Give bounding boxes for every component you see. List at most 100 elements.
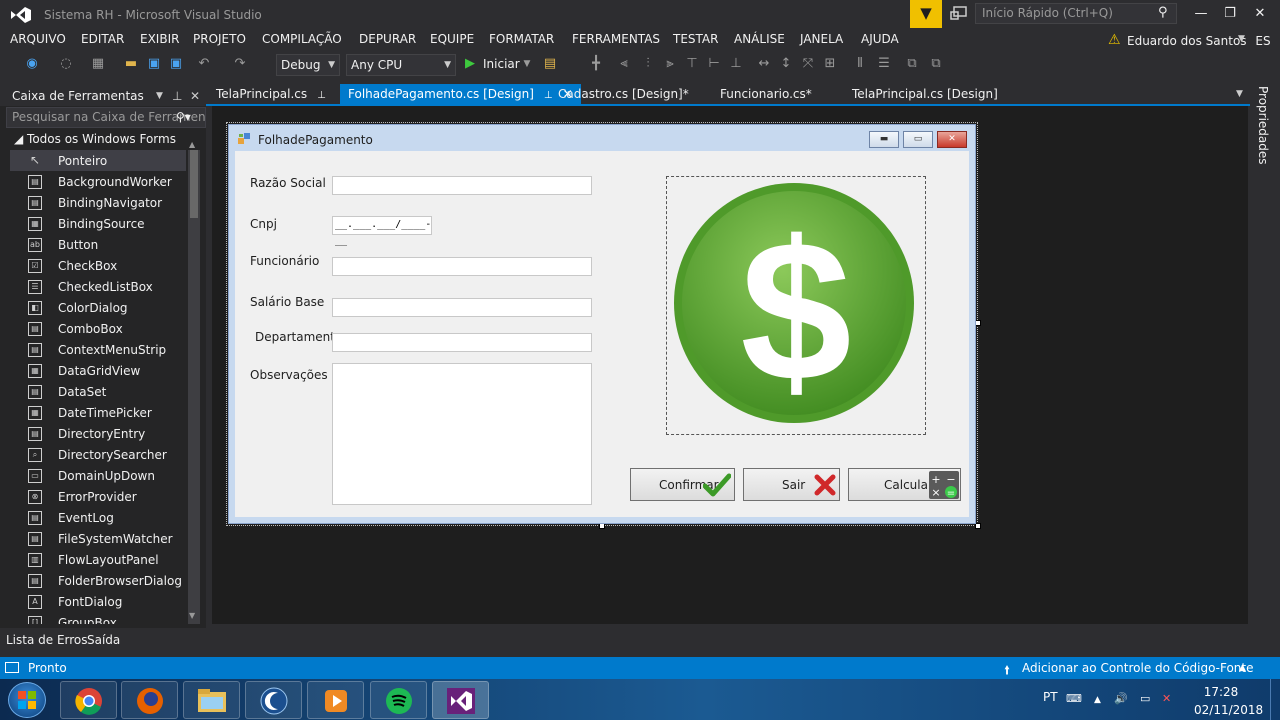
taskbar-firefox[interactable]: [121, 681, 178, 719]
warning-icon[interactable]: ⚠: [1108, 32, 1121, 48]
redo-icon[interactable]: ↷: [232, 56, 248, 72]
keyboard-icon[interactable]: ⌨: [1066, 692, 1082, 705]
open-folder-icon[interactable]: ▬: [123, 56, 139, 72]
toolbox-item[interactable]: ▤ DirectoryEntry: [10, 423, 186, 444]
start-debug-button[interactable]: Iniciar: [483, 57, 520, 71]
clock-time[interactable]: 17:28: [1196, 685, 1246, 699]
menu-ferramentas[interactable]: FERRAMENTAS: [572, 32, 660, 46]
horizontal-spacing-icon[interactable]: ⫴: [852, 56, 868, 72]
clock-date[interactable]: 02/11/2018: [1194, 703, 1263, 717]
toolbox-item[interactable]: ⌕ DirectorySearcher: [10, 444, 186, 465]
menu-ajuda[interactable]: AJUDA: [861, 32, 899, 46]
start-debug-icon[interactable]: ▶: [465, 56, 475, 71]
taskbar-chrome[interactable]: [60, 681, 117, 719]
tab-funcionario-cs[interactable]: Funcionario.cs*: [712, 84, 820, 105]
taskbar-visual-studio[interactable]: [432, 681, 489, 719]
menu-arquivo[interactable]: ARQUIVO: [10, 32, 66, 46]
toolbox-item[interactable]: ▦ DataGridView: [10, 360, 186, 381]
razao-social-input[interactable]: [332, 176, 592, 195]
departamento-input[interactable]: [332, 333, 592, 352]
save-icon[interactable]: ▣: [146, 56, 162, 72]
new-project-icon[interactable]: ▦: [90, 56, 106, 72]
close-icon[interactable]: ✕: [190, 89, 200, 103]
cnpj-masked-input[interactable]: __.___.___/____-__: [332, 216, 432, 246]
form-maximize-button[interactable]: ▭: [903, 131, 933, 148]
size-to-grid-icon[interactable]: ⊞: [822, 56, 838, 72]
undo-icon[interactable]: ↶: [196, 56, 212, 72]
menu-janela[interactable]: JANELA: [800, 32, 843, 46]
navigate-back-icon[interactable]: ◉: [24, 56, 40, 72]
align-tops-icon[interactable]: ⊤: [684, 56, 700, 72]
minimize-button[interactable]: —: [1186, 4, 1216, 24]
toolbox-item[interactable]: ▦ DateTimePicker: [10, 402, 186, 423]
toolbox-item[interactable]: ▤ BindingNavigator: [10, 192, 186, 213]
save-all-icon[interactable]: ▣: [168, 56, 184, 72]
properties-tab[interactable]: Propriedades: [1254, 86, 1270, 166]
toolbox-item[interactable]: ab Button: [10, 234, 186, 255]
menu-depurar[interactable]: DEPURAR: [359, 32, 416, 46]
send-to-back-icon[interactable]: ⧉: [928, 56, 944, 72]
taskbar-app-moon[interactable]: [245, 681, 302, 719]
toolbox-item[interactable]: ▤ EventLog: [10, 507, 186, 528]
sair-button[interactable]: Sair: [743, 468, 840, 501]
chevron-down-icon[interactable]: ▼: [1236, 89, 1243, 99]
taskbar-spotify[interactable]: [370, 681, 427, 719]
avatar[interactable]: ES: [1252, 30, 1274, 52]
toolbox-item[interactable]: ▤ ComboBox: [10, 318, 186, 339]
align-bottoms-icon[interactable]: ⊥: [728, 56, 744, 72]
toolbox-item[interactable]: ◧ ColorDialog: [10, 297, 186, 318]
toolbox-item[interactable]: ↖ Ponteiro: [10, 150, 186, 171]
pin-icon[interactable]: ⊥: [317, 90, 326, 101]
toolbox-item[interactable]: ☰ CheckedListBox: [10, 276, 186, 297]
tab-folhadepagamento-design[interactable]: FolhadePagamento.cs [Design] ⊥ ✕: [340, 84, 581, 105]
observacoes-textarea[interactable]: [332, 363, 592, 505]
input-language[interactable]: PT: [1043, 690, 1058, 704]
toolbox-item[interactable]: ⊗ ErrorProvider: [10, 486, 186, 507]
feedback-filter-icon[interactable]: ▼: [910, 0, 942, 28]
tab-lista-de-erros[interactable]: Lista de Erros: [6, 633, 88, 647]
bring-to-front-icon[interactable]: ⧉: [904, 56, 920, 72]
tab-telaprincipal-design[interactable]: TelaPrincipal.cs [Design]: [844, 84, 1006, 105]
chevron-down-icon[interactable]: ▼: [1238, 34, 1245, 44]
salario-base-input[interactable]: [332, 298, 592, 317]
align-lefts-icon[interactable]: ⫷: [616, 56, 632, 72]
make-same-height-icon[interactable]: ↕: [778, 56, 794, 72]
add-source-control-button[interactable]: Adicionar ao Controle do Código-Fonte: [1022, 661, 1253, 675]
show-desktop-button[interactable]: [1270, 679, 1280, 720]
toolbox-group-header[interactable]: ◢ Todos os Windows Forms: [14, 132, 176, 146]
notifications-icon[interactable]: [950, 5, 968, 23]
toolbox-item[interactable]: ▤ ContextMenuStrip: [10, 339, 186, 360]
pin-icon[interactable]: ⊥: [172, 89, 182, 103]
align-rights-icon[interactable]: ⫸: [662, 56, 678, 72]
quick-launch-input[interactable]: Início Rápido (Ctrl+Q): [975, 3, 1177, 24]
volume-icon[interactable]: 🔊: [1114, 692, 1128, 705]
toolbox-item[interactable]: A FontDialog: [10, 591, 186, 612]
calcular-button[interactable]: Calcular + − × =: [848, 468, 961, 501]
tab-saida[interactable]: Saída: [87, 633, 120, 647]
find-in-files-icon[interactable]: ▤: [542, 56, 558, 72]
toolbox-item[interactable]: ▤ FileSystemWatcher: [10, 528, 186, 549]
toolbox-item[interactable]: ☑ CheckBox: [10, 255, 186, 276]
solution-platform-dropdown[interactable]: Any CPU ▼: [346, 54, 456, 76]
navigate-forward-icon[interactable]: ◌: [58, 56, 74, 72]
vertical-spacing-icon[interactable]: ☰: [876, 56, 892, 72]
close-button[interactable]: ✕: [1245, 4, 1275, 24]
show-hidden-icons-icon[interactable]: ▲: [1094, 695, 1101, 705]
menu-editar[interactable]: EDITAR: [81, 32, 124, 46]
menu-compilacao[interactable]: COMPILAÇÃO: [262, 32, 342, 46]
make-same-width-icon[interactable]: ↔: [756, 56, 772, 72]
toolbox-item[interactable]: [] GroupBox: [10, 612, 186, 624]
toolbox-item[interactable]: ▥ FlowLayoutPanel: [10, 549, 186, 570]
make-same-size-icon[interactable]: ⤧: [800, 56, 816, 72]
scroll-up-icon[interactable]: ▲: [189, 140, 195, 149]
menu-projeto[interactable]: PROJETO: [193, 32, 246, 46]
chevron-down-icon[interactable]: ▼: [519, 56, 535, 72]
toolbox-item[interactable]: ▦ BindingSource: [10, 213, 186, 234]
toolbox-item[interactable]: ▤ DataSet: [10, 381, 186, 402]
menu-equipe[interactable]: EQUIPE: [430, 32, 474, 46]
search-icon[interactable]: ⚲: [1158, 5, 1168, 20]
action-center-icon[interactable]: ▭: [1140, 692, 1150, 705]
solution-config-dropdown[interactable]: Debug ▼: [276, 54, 340, 76]
network-warning-icon[interactable]: ✕: [1162, 692, 1171, 705]
toolbox-item[interactable]: ▤ BackgroundWorker: [10, 171, 186, 192]
